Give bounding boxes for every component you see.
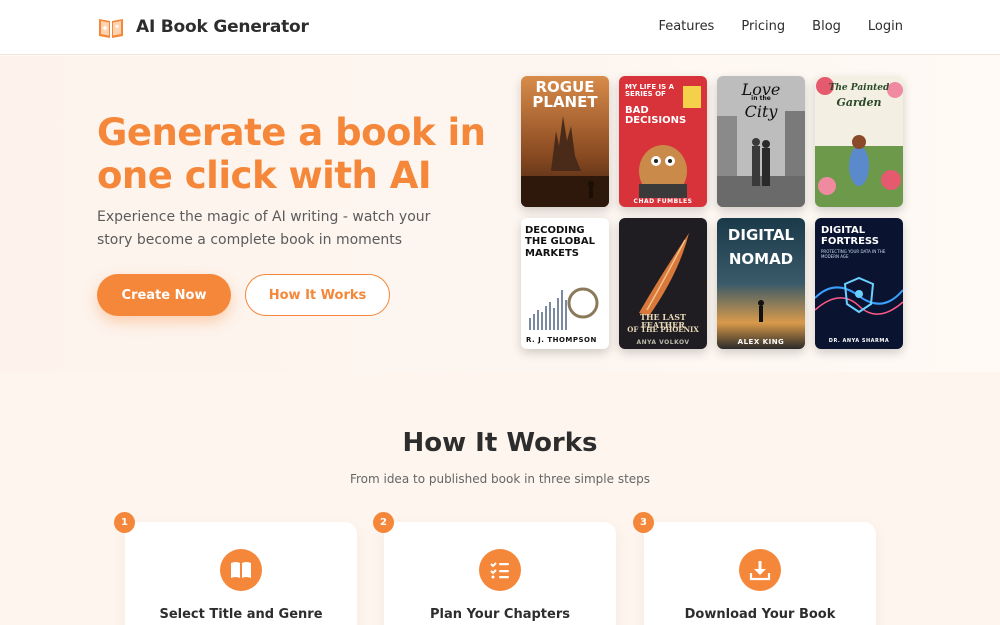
cover-title: The Painted xyxy=(828,83,890,93)
cover-title: BAD DECISIONS xyxy=(625,105,687,126)
cover-title: MARKETS xyxy=(525,248,579,259)
create-now-button[interactable]: Create Now xyxy=(97,274,231,316)
book-cover-digital-nomad[interactable]: DIGITAL NOMAD ALEX KING xyxy=(717,218,805,349)
cover-author: DR. ANYA SHARMA xyxy=(828,338,890,344)
cover-title: DIGITAL xyxy=(727,226,795,244)
hero-title: Generate a book in one click with AI xyxy=(97,111,486,197)
cover-title: OF THE PHOENIX xyxy=(627,325,699,334)
step-label: Select Title and Genre xyxy=(159,607,323,622)
brand-name: AI Book Generator xyxy=(136,17,309,37)
book-cover-bad-decisions[interactable]: MY LIFE IS A SERIES OF BAD DECISIONS CHA… xyxy=(619,76,707,207)
cover-title: FORTRESS xyxy=(821,236,879,247)
cover-author: ANYA VOLKOV xyxy=(636,339,690,346)
nav-link-blog[interactable]: Blog xyxy=(812,19,841,34)
step-number-badge: 3 xyxy=(633,512,654,533)
book-cover-rogue-planet[interactable]: ROGUE PLANET xyxy=(521,76,609,207)
step-label: Download Your Book xyxy=(684,607,836,622)
cover-author: CHAD FUMBLES xyxy=(633,198,693,205)
open-book-icon xyxy=(99,19,123,38)
section-title: How It Works xyxy=(402,428,598,458)
hero-subtitle: Experience the magic of AI writing - wat… xyxy=(97,209,431,248)
download-icon xyxy=(739,549,781,591)
checklist-icon xyxy=(479,549,521,591)
step-number-badge: 1 xyxy=(114,512,135,533)
book-cover-love-in-the-city[interactable]: Love in the City xyxy=(717,76,805,207)
nav-link-login[interactable]: Login xyxy=(868,19,903,34)
book-cover-digital-fortress[interactable]: DIGITAL FORTRESS PROTECTING YOUR DATA IN… xyxy=(815,218,903,349)
how-it-works-section: How It Works From idea to published book… xyxy=(0,372,1000,625)
book-cover-last-feather[interactable]: THE LAST FEATHER OF THE PHOENIX ANYA VOL… xyxy=(619,218,707,349)
nav-link-pricing[interactable]: Pricing xyxy=(741,19,785,34)
cover-title: DECODING THE GLOBAL xyxy=(525,225,595,247)
book-cover-decoding-markets[interactable]: DECODING THE GLOBAL MARKETS R. J. THOMPS… xyxy=(521,218,609,349)
book-icon xyxy=(220,549,262,591)
how-it-works-button[interactable]: How It Works xyxy=(245,274,390,316)
step-label: Plan Your Chapters xyxy=(430,607,570,622)
brand-logo[interactable]: AI Book Generator xyxy=(97,13,309,41)
cover-title: NOMAD xyxy=(728,250,794,268)
hero-section: Generate a book in one click with AI Exp… xyxy=(0,56,1000,372)
top-navbar: AI Book Generator Features Pricing Blog … xyxy=(0,0,1000,55)
cover-title: Garden xyxy=(836,96,882,109)
step-card-1: Select Title and Genre xyxy=(125,522,357,625)
nav-link-features[interactable]: Features xyxy=(658,19,714,34)
step-card-3: Download Your Book xyxy=(644,522,876,625)
book-covers-grid: ROGUE PLANET MY LIFE IS A SERIES OF BAD … xyxy=(521,76,903,349)
cover-title: PLANET xyxy=(532,93,598,111)
section-subtitle: From idea to published book in three sim… xyxy=(349,472,651,486)
cover-author: R. J. THOMPSON xyxy=(526,336,597,344)
cover-title: City xyxy=(744,102,778,121)
cover-title: DIGITAL xyxy=(821,225,866,236)
step-number-badge: 2 xyxy=(373,512,394,533)
cover-title: MY LIFE IS A SERIES OF xyxy=(625,83,675,98)
book-cover-painted-garden[interactable]: The Painted Garden xyxy=(815,76,903,207)
nav-links: Features Pricing Blog Login xyxy=(658,19,903,34)
cover-subtitle: PROTECTING YOUR DATA IN THE MODERN AGE xyxy=(821,249,886,259)
cover-author: ALEX KING xyxy=(737,338,785,346)
step-card-2: Plan Your Chapters xyxy=(384,522,616,625)
